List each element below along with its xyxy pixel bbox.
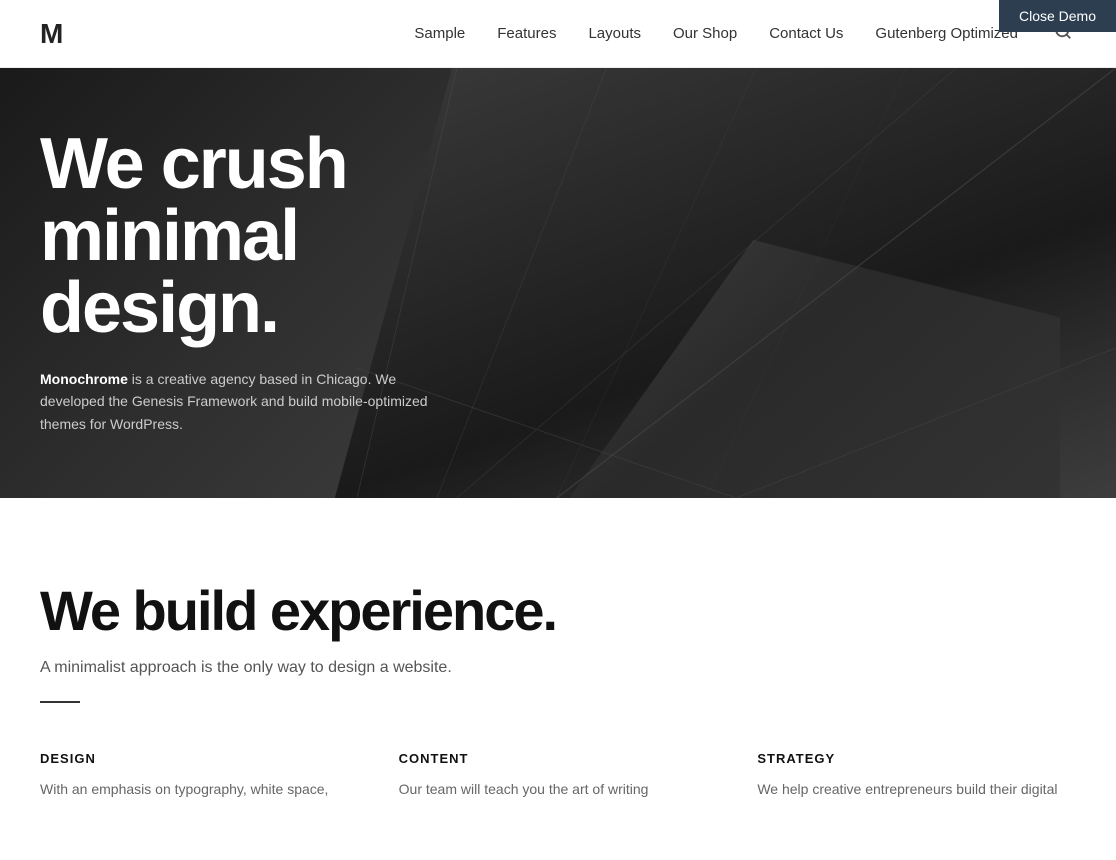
column-content-heading: CONTENT <box>399 751 718 766</box>
feature-columns: DESIGN With an emphasis on typography, w… <box>40 751 1076 800</box>
site-header: M Sample Features Layouts Our Shop Conta… <box>0 0 1116 68</box>
section-title: We build experience. <box>40 578 1076 643</box>
hero-content: We crush minimal design. Monochrome is a… <box>40 128 520 435</box>
column-strategy-heading: STRATEGY <box>757 751 1076 766</box>
hero-brand-name: Monochrome <box>40 371 128 387</box>
column-design-heading: DESIGN <box>40 751 359 766</box>
column-design-text: With an emphasis on typography, white sp… <box>40 778 359 800</box>
column-content: CONTENT Our team will teach you the art … <box>399 751 718 800</box>
nav-item-gutenberg[interactable]: Gutenberg Optimized <box>875 25 1018 42</box>
nav-item-contactus[interactable]: Contact Us <box>769 25 843 42</box>
nav-item-features[interactable]: Features <box>497 25 556 42</box>
close-demo-button[interactable]: Close Demo <box>999 0 1116 32</box>
column-content-text: Our team will teach you the art of writi… <box>399 778 718 800</box>
section-divider <box>40 701 80 703</box>
hero-title: We crush minimal design. <box>40 128 520 344</box>
site-logo[interactable]: M <box>40 18 62 50</box>
section-subtitle: A minimalist approach is the only way to… <box>40 659 1076 677</box>
hero-description: Monochrome is a creative agency based in… <box>40 368 460 435</box>
main-nav: Sample Features Layouts Our Shop Contact… <box>414 18 1076 49</box>
column-strategy-text: We help creative entrepreneurs build the… <box>757 778 1076 800</box>
column-design: DESIGN With an emphasis on typography, w… <box>40 751 359 800</box>
main-section: We build experience. A minimalist approa… <box>0 498 1116 860</box>
nav-item-sample[interactable]: Sample <box>414 25 465 42</box>
nav-item-ourshop[interactable]: Our Shop <box>673 25 737 42</box>
nav-item-layouts[interactable]: Layouts <box>588 25 641 42</box>
column-strategy: STRATEGY We help creative entrepreneurs … <box>757 751 1076 800</box>
hero-section: We crush minimal design. Monochrome is a… <box>0 68 1116 498</box>
